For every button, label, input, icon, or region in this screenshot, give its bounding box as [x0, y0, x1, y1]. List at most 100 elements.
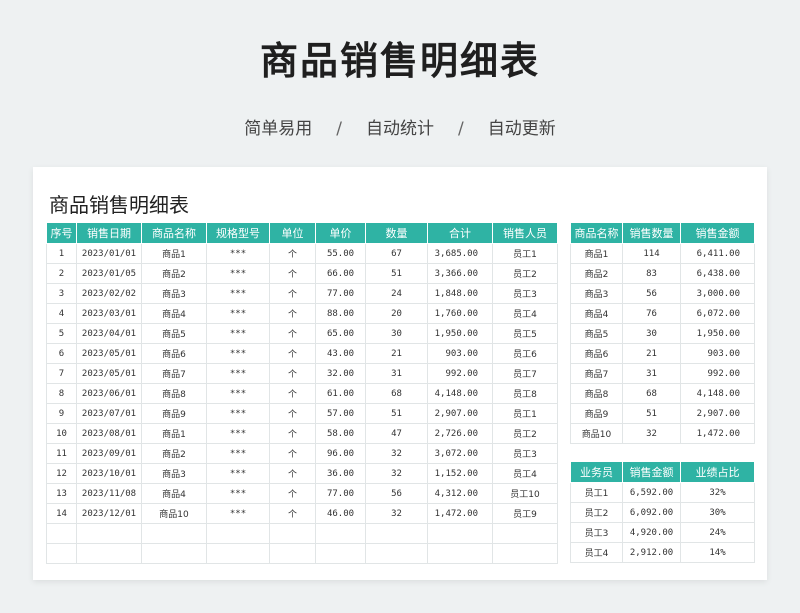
table-cell: 903.00: [680, 343, 755, 364]
table-cell: [269, 523, 316, 544]
table-cell: 2023/01/01: [76, 243, 142, 264]
table-row: 商品2 83 6,438.00: [570, 263, 755, 284]
table-cell: 商品2: [141, 443, 207, 464]
table-row: 商品4 76 6,072.00: [570, 303, 755, 324]
table-cell: 商品7: [570, 363, 623, 384]
table-row: 商品7 31 992.00: [570, 363, 755, 384]
table-cell: [427, 543, 493, 564]
table-cell: 商品8: [141, 383, 207, 404]
table-row: 商品9 51 2,907.00: [570, 403, 755, 424]
table-cell: ***: [206, 423, 270, 444]
table-cell: [492, 523, 558, 544]
table-cell: ***: [206, 323, 270, 344]
column-header: 合计: [427, 222, 493, 244]
column-header: 规格型号: [206, 222, 270, 244]
table-cell: 员工4: [492, 303, 558, 324]
table-row: 7 2023/05/01 商品7 *** 个 32.00 31 992.00 员工7: [46, 363, 558, 384]
table-cell: 2023/07/01: [76, 403, 142, 424]
table-cell: [492, 543, 558, 564]
table-cell: 员工4: [570, 542, 623, 563]
table-cell: 2023/09/01: [76, 443, 142, 464]
table-row: 1 2023/01/01 商品1 *** 个 55.00 67 3,685.00 员工1: [46, 243, 558, 264]
column-header: 销售日期: [76, 222, 142, 244]
table-cell: 61.00: [315, 383, 366, 404]
table-cell: 1,848.00: [427, 283, 493, 304]
table-cell: 3,000.00: [680, 283, 755, 304]
table-cell: 51: [622, 403, 681, 424]
table-cell: 2023/06/01: [76, 383, 142, 404]
table-cell: 商品1: [141, 423, 207, 444]
sales-detail-table: 序号 销售日期 商品名称 规格型号 单位 单价 数量 合计 销售人员 1 2023/01/01 商品…: [46, 222, 558, 564]
table-cell: 商品1: [141, 243, 207, 264]
table-cell: 员工4: [492, 463, 558, 484]
table-cell: ***: [206, 283, 270, 304]
table-cell: 6,411.00: [680, 243, 755, 264]
table-row: 员工2 6,092.00 30%: [570, 502, 755, 523]
table-cell: 个: [269, 463, 316, 484]
table-cell: [76, 523, 142, 544]
table-row: 3 2023/02/02 商品3 *** 个 77.00 24 1,848.00 员工3: [46, 283, 558, 304]
table-row: 4 2023/03/01 商品4 *** 个 88.00 20 1,760.00 员工4: [46, 303, 558, 324]
table-cell: 商品2: [141, 263, 207, 284]
table-row: 员工1 6,592.00 32%: [570, 482, 755, 503]
table-cell: 8: [46, 383, 77, 404]
table-cell: 76: [622, 303, 681, 324]
table-cell: ***: [206, 243, 270, 264]
table-cell: 4,312.00: [427, 483, 493, 504]
table-cell: 个: [269, 363, 316, 384]
table-cell: 4,148.00: [427, 383, 493, 404]
table-cell: 30%: [680, 502, 755, 523]
table-cell: 2: [46, 263, 77, 284]
table-cell: 32%: [680, 482, 755, 503]
table-cell: 商品3: [570, 283, 623, 304]
table-header-row: 业务员 销售金额 业绩占比: [570, 461, 755, 483]
table-cell: 77.00: [315, 283, 366, 304]
table-cell: 1,152.00: [427, 463, 493, 484]
table-cell: 3,072.00: [427, 443, 493, 464]
table-cell: 7: [46, 363, 77, 384]
table-cell: 68: [622, 383, 681, 404]
table-cell: 个: [269, 263, 316, 284]
table-cell: 14%: [680, 542, 755, 563]
page-subtitle: 简单易用 / 自动统计 / 自动更新: [0, 114, 800, 139]
sheet-title: 商品销售明细表: [49, 193, 189, 217]
table-cell: 58.00: [315, 423, 366, 444]
table-row: 商品8 68 4,148.00: [570, 383, 755, 404]
table-cell: 96.00: [315, 443, 366, 464]
column-header: 销售金额: [680, 222, 755, 244]
table-cell: 2,912.00: [622, 542, 681, 563]
table-cell: 47: [365, 423, 428, 444]
table-cell: 3: [46, 283, 77, 304]
table-cell: 员工1: [492, 403, 558, 424]
table-header-row: 序号 销售日期 商品名称 规格型号 单位 单价 数量 合计 销售人员: [46, 222, 558, 244]
table-cell: 67: [365, 243, 428, 264]
table-cell: 商品3: [141, 463, 207, 484]
table-cell: ***: [206, 443, 270, 464]
table-cell: 商品6: [570, 343, 623, 364]
table-cell: 32: [622, 423, 681, 444]
table-cell: 个: [269, 243, 316, 264]
subtitle-auto-stat: 自动统计: [366, 119, 434, 139]
table-row: 商品10 32 1,472.00: [570, 423, 755, 444]
table-cell: 商品8: [570, 383, 623, 404]
column-header: 销售人员: [492, 222, 558, 244]
table-cell: 1,950.00: [427, 323, 493, 344]
table-row: 14 2023/12/01 商品10 *** 个 46.00 32 1,472.00 员工9: [46, 503, 558, 524]
table-cell: [46, 543, 77, 564]
table-cell: 5: [46, 323, 77, 344]
table-row: [46, 543, 558, 564]
table-row: 5 2023/04/01 商品5 *** 个 65.00 30 1,950.00 员工5: [46, 323, 558, 344]
table-row: 员工4 2,912.00 14%: [570, 542, 755, 563]
table-cell: 1,472.00: [427, 503, 493, 524]
table-cell: 个: [269, 343, 316, 364]
table-cell: 20: [365, 303, 428, 324]
table-cell: 4,148.00: [680, 383, 755, 404]
table-cell: 2023/04/01: [76, 323, 142, 344]
page-title: 商品销售明细表: [259, 39, 540, 83]
column-header: 销售金额: [622, 461, 681, 483]
table-cell: 2023/05/01: [76, 363, 142, 384]
table-cell: 1,760.00: [427, 303, 493, 324]
table-cell: 46.00: [315, 503, 366, 524]
table-cell: 32.00: [315, 363, 366, 384]
table-cell: 员工3: [570, 522, 623, 543]
